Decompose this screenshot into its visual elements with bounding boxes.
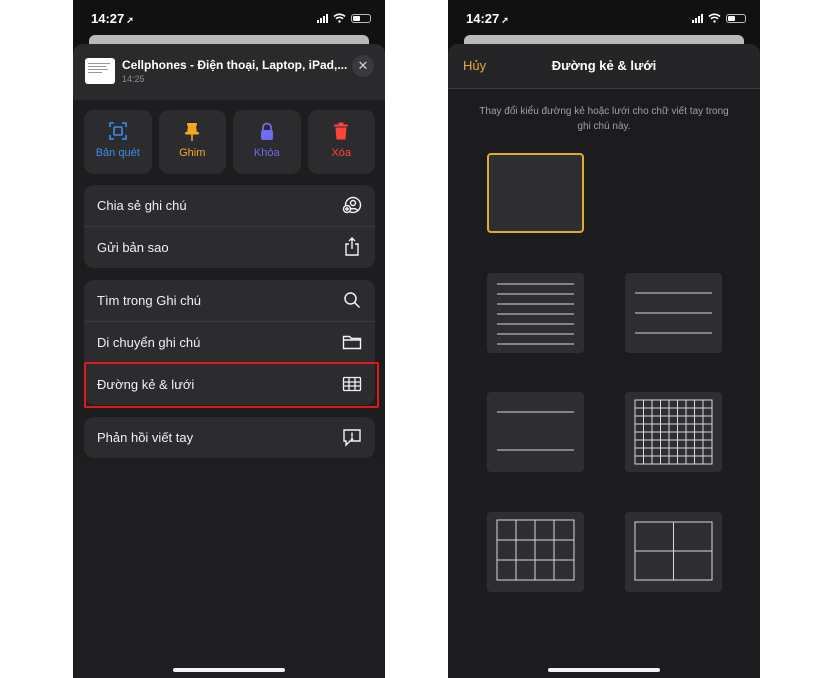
folder-icon	[342, 335, 362, 350]
menu-item-label: Phản hồi viết tay	[97, 430, 194, 445]
menu-item-label: Gửi bản sao	[97, 240, 169, 255]
menu-item-label: Tìm trong Ghi chú	[97, 293, 202, 308]
quick-actions: Bản quét Ghim Khóa Xóa	[84, 110, 375, 174]
battery-icon	[351, 13, 371, 23]
background-note	[73, 460, 385, 678]
scan-icon	[108, 122, 127, 140]
share-note-icon	[342, 196, 362, 214]
left-phone-screen: 14:27 ➚ Cellphones - Điện thoại, Laptop, …	[73, 0, 385, 678]
option-medium-lines[interactable]	[625, 273, 722, 353]
option-none[interactable]	[487, 153, 584, 233]
status-time: 14:27 ➚	[91, 11, 134, 26]
large-grid-pattern	[634, 521, 713, 581]
note-thumbnail	[85, 58, 115, 84]
description-text: Thay đổi kiểu đường kẻ hoặc lưới cho chữ…	[479, 106, 729, 132]
share-upload-icon	[345, 237, 359, 256]
close-button[interactable]: ✕	[352, 55, 374, 77]
menu-group-feedback: Phản hồi viết tay	[84, 417, 375, 458]
status-time: 14:27 ➚	[466, 11, 509, 26]
option-small-grid[interactable]	[625, 392, 722, 472]
large-lines-pattern	[497, 411, 574, 451]
page-title: Đường kẻ & lưới	[551, 58, 657, 73]
lock-icon	[260, 122, 273, 140]
share-title: Cellphones - Điện thoại, Laptop, iPad,..…	[122, 58, 348, 72]
share-subtitle: 14:25	[122, 74, 145, 84]
status-bar: 14:27 ➚	[448, 0, 760, 36]
small-grid-pattern	[634, 399, 713, 465]
medium-lines-pattern	[635, 292, 712, 334]
search-icon	[344, 292, 361, 309]
home-indicator	[548, 668, 660, 672]
pin-icon	[185, 123, 200, 141]
wifi-icon	[708, 13, 721, 23]
close-icon: ✕	[357, 58, 369, 73]
signal-icon	[692, 13, 703, 23]
pin-button[interactable]: Ghim	[158, 110, 226, 174]
option-medium-grid[interactable]	[487, 512, 584, 592]
trash-icon	[334, 122, 349, 140]
scan-button[interactable]: Bản quét	[84, 110, 152, 174]
lock-label: Khóa	[253, 147, 280, 159]
medium-grid-pattern	[496, 519, 575, 581]
menu-item-find-in-note[interactable]: Tìm trong Ghi chú	[84, 280, 375, 321]
menu-item-label: Chia sẻ ghi chú	[97, 198, 187, 213]
menu-item-move-note[interactable]: Di chuyển ghi chú	[84, 321, 375, 363]
status-bar: 14:27 ➚	[73, 0, 385, 36]
menu-item-share-note[interactable]: Chia sẻ ghi chú	[84, 185, 375, 226]
location-icon: ➚	[501, 15, 509, 25]
highlight-box	[84, 362, 379, 408]
pin-label: Ghim	[179, 147, 206, 159]
menu-item-handwriting-feedback[interactable]: Phản hồi viết tay	[84, 417, 375, 458]
signal-icon	[317, 13, 328, 23]
option-large-lines[interactable]	[487, 392, 584, 472]
right-phone-screen: 14:27 ➚ Hủy Đường kẻ & lưới Thay đổi kiểu…	[448, 0, 760, 678]
navigation-bar: Hủy Đường kẻ & lưới	[448, 44, 760, 89]
home-indicator	[173, 668, 285, 672]
option-small-lines[interactable]	[487, 273, 584, 353]
option-large-grid[interactable]	[625, 512, 722, 592]
location-icon: ➚	[126, 15, 134, 25]
scan-label: Bản quét	[95, 147, 140, 159]
lock-button[interactable]: Khóa	[233, 110, 301, 174]
menu-item-label: Di chuyển ghi chú	[97, 335, 201, 350]
wifi-icon	[333, 13, 346, 23]
battery-icon	[726, 13, 746, 23]
feedback-icon	[343, 429, 361, 447]
delete-button[interactable]: Xóa	[307, 110, 375, 174]
delete-label: Xóa	[331, 147, 352, 159]
menu-group-share: Chia sẻ ghi chú Gửi bản sao	[84, 185, 375, 268]
small-lines-pattern	[497, 283, 574, 345]
share-header: Cellphones - Điện thoại, Laptop, iPad,..…	[73, 44, 385, 100]
menu-item-send-copy[interactable]: Gửi bản sao	[84, 226, 375, 268]
